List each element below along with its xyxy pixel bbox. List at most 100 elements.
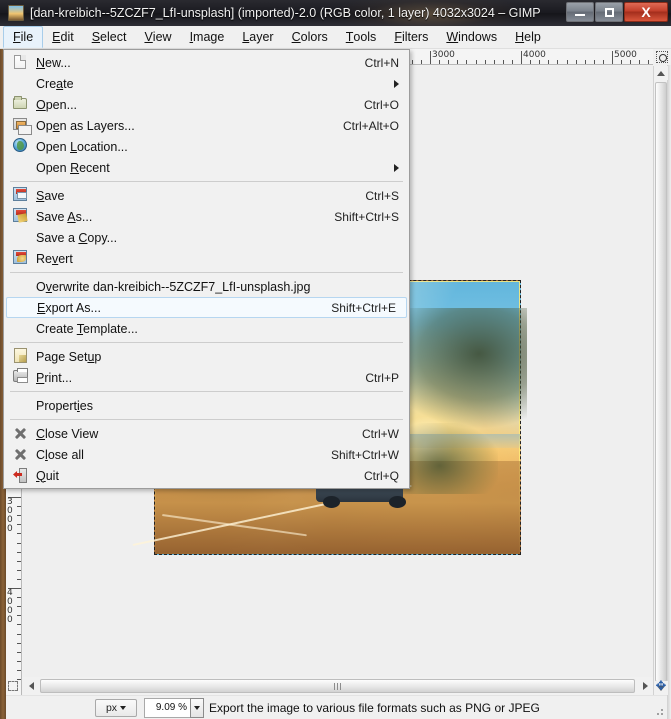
minimize-button[interactable]	[566, 2, 594, 22]
menu-item-open[interactable]: Open... Ctrl+O	[4, 94, 409, 115]
menubar-item-filters[interactable]: Filters	[385, 26, 437, 48]
zoom-control[interactable]: 9.09 %	[144, 697, 204, 718]
menu-item-create[interactable]: Create	[4, 73, 409, 94]
close-x-icon	[13, 426, 27, 440]
menu-item-save-a-copy[interactable]: Save a Copy...	[4, 227, 409, 248]
submenu-arrow-icon	[394, 163, 399, 172]
menu-item-label: Open as Layers...	[36, 118, 135, 133]
menu-item-label: Save a Copy...	[36, 230, 118, 245]
menu-item-shortcut: Ctrl+O	[363, 97, 399, 112]
menu-item-overwrite-dan-kreibich-5zczf7-lfi-unspla[interactable]: Overwrite dan-kreibich--5ZCZF7_LfI-unspl…	[4, 276, 409, 297]
menu-item-shortcut: Ctrl+Q	[363, 468, 399, 483]
chevron-down-icon	[194, 705, 200, 710]
menu-item-print[interactable]: Print... Ctrl+P	[4, 367, 409, 388]
menu-item-close-all[interactable]: Close all Shift+Ctrl+W	[4, 444, 409, 465]
window-controls: X	[565, 2, 668, 22]
zoom-image-icon[interactable]	[656, 51, 668, 63]
save-icon	[13, 187, 27, 201]
menu-item-label: Open Location...	[36, 139, 128, 154]
scroll-left-button[interactable]	[23, 677, 39, 695]
vertical-scrollbar-thumb[interactable]	[655, 82, 667, 682]
zoom-input[interactable]: 9.09 %	[144, 697, 190, 718]
menu-item-label: Save As...	[36, 209, 93, 224]
menubar-item-select[interactable]: Select	[83, 26, 136, 48]
menu-item-quit[interactable]: Quit Ctrl+Q	[4, 465, 409, 486]
menubar-item-edit[interactable]: Edit	[43, 26, 83, 48]
scroll-right-button[interactable]	[637, 677, 653, 695]
menu-item-label: Save	[36, 188, 65, 203]
file-menu-popup[interactable]: New... Ctrl+N Create Open... Ctrl+O Open as L…	[3, 49, 410, 489]
menu-item-label: Close all	[36, 447, 84, 462]
navigation-preview-icon[interactable]: ✥	[652, 677, 670, 695]
ruler-label-h: 5000	[614, 50, 637, 60]
menu-item-open-recent[interactable]: Open Recent	[4, 157, 409, 178]
maximize-button[interactable]	[595, 2, 623, 22]
quick-mask-toggle[interactable]	[5, 677, 21, 695]
menubar-item-view[interactable]: View	[135, 26, 180, 48]
menu-item-create-template[interactable]: Create Template...	[4, 318, 409, 339]
chevron-down-icon	[120, 705, 127, 710]
quit-icon	[13, 468, 27, 483]
menu-item-label: Overwrite dan-kreibich--5ZCZF7_LfI-unspl…	[36, 279, 311, 294]
status-bar: px 9.09 % Export the image to various fi…	[6, 695, 667, 719]
ruler-corner[interactable]	[653, 49, 671, 65]
vertical-scrollbar[interactable]	[653, 66, 668, 695]
menu-item-page-setup[interactable]: Page Setup	[4, 346, 409, 367]
menu-item-open-as-layers[interactable]: Open as Layers... Ctrl+Alt+O	[4, 115, 409, 136]
menu-item-label: Create	[36, 76, 74, 91]
gimp-window: [dan-kreibich--5ZCZF7_LfI-unsplash] (imp…	[0, 0, 671, 719]
close-button[interactable]: X	[624, 2, 668, 22]
menu-item-new[interactable]: New... Ctrl+N	[4, 52, 409, 73]
menu-separator	[10, 272, 403, 273]
menu-item-label: Revert	[36, 251, 73, 266]
window-title: [dan-kreibich--5ZCZF7_LfI-unsplash] (imp…	[30, 6, 541, 20]
menu-item-shortcut: Ctrl+S	[365, 188, 399, 203]
zoom-dropdown-button[interactable]	[190, 697, 204, 718]
menu-item-export-as[interactable]: Export As... Shift+Ctrl+E	[6, 297, 407, 318]
resize-grip[interactable]	[654, 706, 664, 716]
menu-item-label: Open...	[36, 97, 78, 112]
horizontal-scrollbar-thumb[interactable]	[40, 679, 635, 693]
menubar-item-windows[interactable]: Windows	[437, 26, 506, 48]
menubar-item-layer[interactable]: Layer	[233, 26, 282, 48]
menu-item-revert[interactable]: Revert	[4, 248, 409, 269]
menubar-item-tools[interactable]: Tools	[337, 26, 386, 48]
menu-item-shortcut: Shift+Ctrl+S	[334, 209, 399, 224]
ruler-label-v: 3000	[7, 497, 13, 534]
menu-item-shortcut: Ctrl+W	[362, 426, 399, 441]
menu-item-label: Open Recent	[36, 160, 110, 175]
open-as-layers-icon	[13, 118, 32, 135]
menu-item-label: Close View	[36, 426, 99, 441]
menu-item-save[interactable]: Save Ctrl+S	[4, 185, 409, 206]
menubar-item-file[interactable]: File	[3, 26, 44, 48]
title-bar: [dan-kreibich--5ZCZF7_LfI-unsplash] (imp…	[0, 0, 671, 26]
menu-item-label: Properties	[36, 398, 93, 413]
menu-item-label: Create Template...	[36, 321, 138, 336]
menubar-item-image[interactable]: Image	[181, 26, 234, 48]
scroll-up-button[interactable]	[654, 66, 668, 80]
menu-item-label: Quit	[36, 468, 59, 483]
menu-item-save-as[interactable]: Save As... Shift+Ctrl+S	[4, 206, 409, 227]
menu-item-label: Export As...	[37, 300, 101, 315]
close-x-icon	[13, 447, 27, 461]
image-thumbnail-icon	[8, 5, 24, 21]
horizontal-scrollbar[interactable]	[23, 677, 653, 695]
window-right-border	[667, 49, 671, 719]
menubar-item-colors[interactable]: Colors	[283, 26, 337, 48]
menu-item-shortcut: Shift+Ctrl+E	[331, 300, 396, 315]
menu-item-shortcut: Shift+Ctrl+W	[330, 447, 399, 462]
menu-item-open-location[interactable]: Open Location...	[4, 136, 409, 157]
open-folder-icon	[13, 96, 27, 109]
menu-item-shortcut: Ctrl+N	[364, 55, 399, 70]
menu-bar: File Edit Select View Image Layer Colors Tools F…	[0, 26, 671, 49]
new-document-icon	[14, 55, 26, 69]
ruler-label-v: 4000	[7, 588, 13, 625]
menu-item-properties[interactable]: Properties	[4, 395, 409, 416]
menubar-item-help[interactable]: Help	[506, 26, 550, 48]
unit-selector[interactable]: px	[95, 698, 137, 717]
menu-separator	[10, 181, 403, 182]
save-as-icon	[13, 208, 27, 222]
globe-icon	[13, 138, 27, 152]
menu-item-label: Page Setup	[36, 349, 102, 364]
menu-item-close-view[interactable]: Close View Ctrl+W	[4, 423, 409, 444]
